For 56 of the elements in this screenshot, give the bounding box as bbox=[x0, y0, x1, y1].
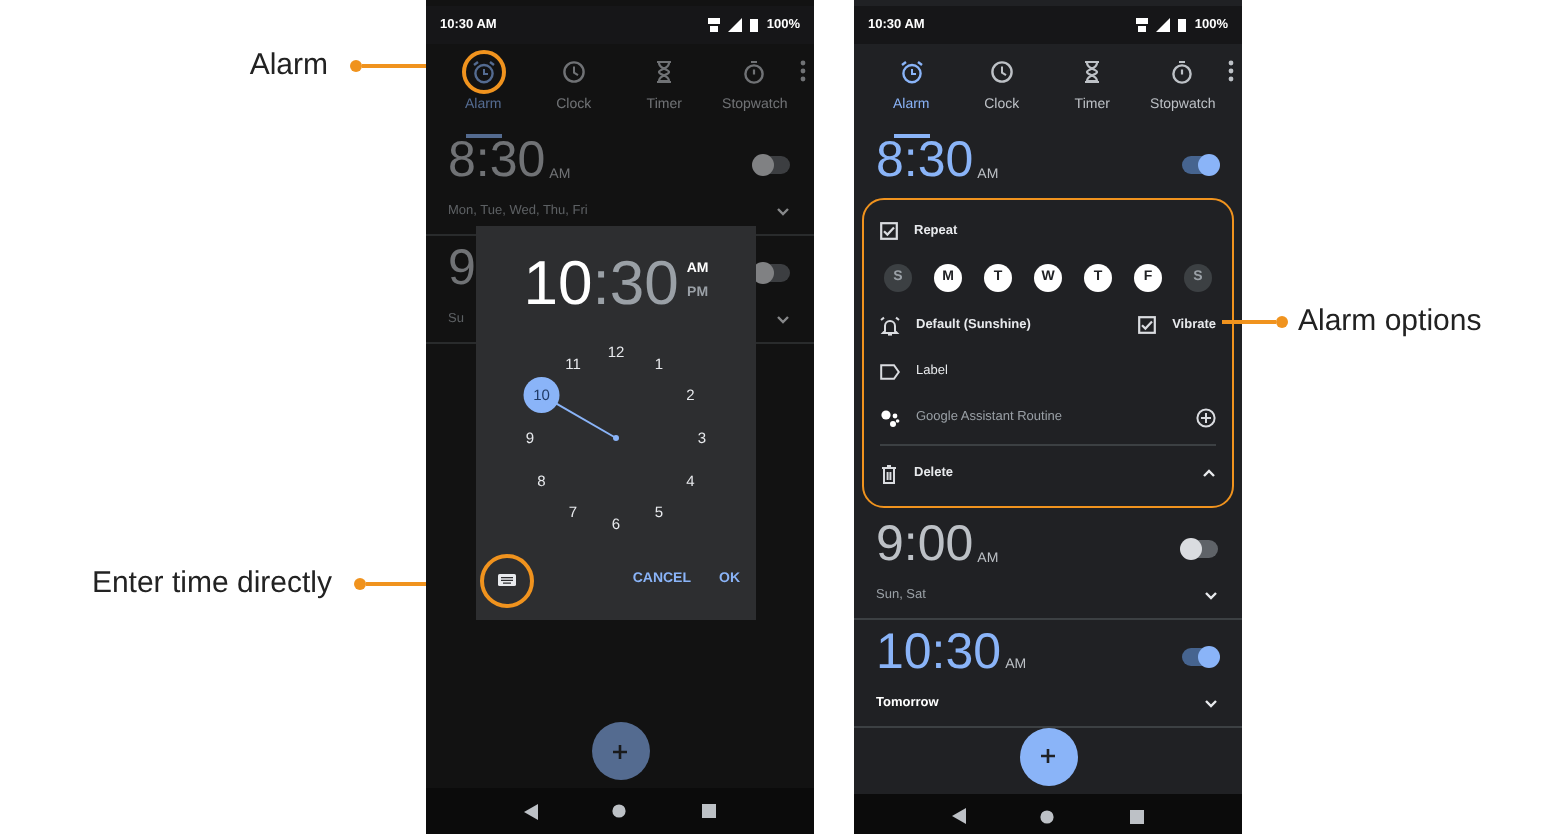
trash-icon[interactable] bbox=[880, 463, 898, 483]
hourglass-icon[interactable] bbox=[1080, 60, 1105, 84]
time-separator: : bbox=[592, 251, 610, 313]
lte-icon bbox=[1136, 18, 1149, 32]
alarm-time[interactable]: 8:30 bbox=[876, 136, 974, 186]
signal-icon bbox=[728, 18, 743, 32]
chevron-down-icon[interactable] bbox=[1204, 698, 1218, 709]
checkbox[interactable] bbox=[1138, 316, 1157, 334]
alarm-time[interactable]: 9:00 bbox=[876, 520, 974, 570]
add-circle-icon[interactable] bbox=[1196, 407, 1216, 427]
callout-label: Alarm options bbox=[1298, 301, 1482, 342]
checkbox[interactable] bbox=[880, 222, 898, 240]
toggle-switch[interactable] bbox=[1182, 156, 1218, 174]
minute-display[interactable]: 30 bbox=[609, 251, 679, 313]
tag-icon[interactable] bbox=[880, 363, 900, 379]
recents-icon[interactable] bbox=[1130, 809, 1145, 823]
chevron-down-icon[interactable] bbox=[1204, 590, 1218, 601]
battery-icon bbox=[1178, 18, 1187, 32]
callout-label: Alarm bbox=[249, 45, 328, 86]
callout-label: Enter time directly bbox=[91, 563, 332, 604]
add-alarm-button[interactable] bbox=[591, 722, 649, 780]
callout-dot bbox=[350, 60, 362, 72]
recents-icon[interactable] bbox=[702, 804, 717, 818]
clock-icon[interactable] bbox=[561, 60, 586, 84]
stopwatch-icon[interactable] bbox=[1170, 60, 1195, 84]
plus-icon bbox=[612, 743, 628, 759]
add-alarm-button[interactable] bbox=[1019, 727, 1077, 785]
toggle-switch[interactable] bbox=[754, 156, 790, 174]
alarm-time[interactable]: 10:30 bbox=[876, 627, 1002, 678]
callout-dot bbox=[354, 578, 366, 590]
signal-icon bbox=[1156, 18, 1171, 32]
stopwatch-icon[interactable] bbox=[742, 60, 767, 84]
alarm-clock-icon[interactable] bbox=[899, 60, 924, 84]
lte-icon bbox=[708, 18, 721, 32]
clock-icon[interactable] bbox=[989, 60, 1014, 84]
bell-icon[interactable] bbox=[880, 315, 900, 335]
more-options-icon[interactable] bbox=[1228, 60, 1234, 82]
plus-icon bbox=[1040, 748, 1056, 764]
more-options-icon[interactable] bbox=[800, 60, 806, 82]
back-icon[interactable] bbox=[951, 808, 966, 824]
hourglass-icon[interactable] bbox=[652, 60, 677, 84]
home-icon[interactable] bbox=[1040, 809, 1055, 823]
alarm-time[interactable]: 8:30 bbox=[448, 136, 546, 186]
toggle-switch[interactable] bbox=[1182, 540, 1218, 558]
alarm-time[interactable]: 9 bbox=[448, 243, 476, 294]
alarm-clock-icon[interactable] bbox=[471, 60, 496, 84]
keyboard-icon[interactable] bbox=[497, 574, 515, 586]
chevron-up-icon[interactable] bbox=[1202, 468, 1216, 478]
clock-hand[interactable] bbox=[555, 402, 619, 441]
home-icon[interactable] bbox=[612, 804, 627, 818]
toggle-switch[interactable] bbox=[1182, 647, 1218, 666]
battery-icon bbox=[750, 18, 759, 32]
back-icon[interactable] bbox=[523, 803, 538, 819]
callout-dot bbox=[1276, 316, 1288, 328]
assistant-dots-icon[interactable] bbox=[880, 407, 900, 427]
hour-display[interactable]: 10 bbox=[523, 251, 593, 313]
